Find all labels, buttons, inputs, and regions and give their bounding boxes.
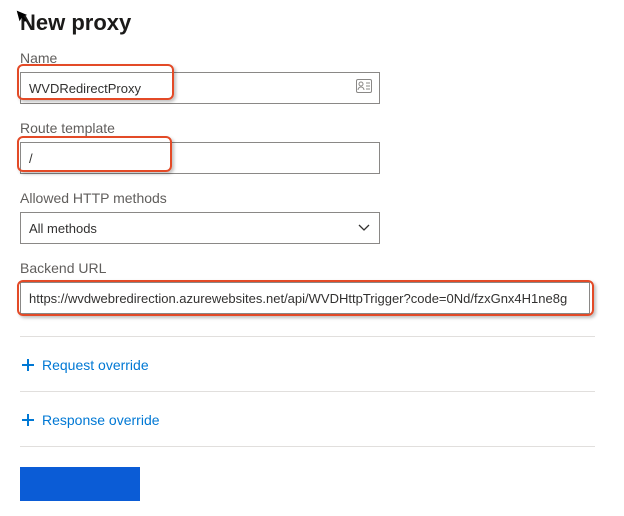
request-override-label: Request override [42,357,149,373]
request-override-link[interactable]: Request override [20,337,595,392]
route-field-group: Route template [20,120,608,174]
plus-icon [22,414,34,426]
response-override-link[interactable]: Response override [20,392,595,447]
page-title: New proxy [20,10,608,36]
methods-field-group: Allowed HTTP methods [20,190,608,244]
route-input[interactable] [20,142,380,174]
backend-field-group: Backend URL [20,260,608,314]
name-label: Name [20,50,608,66]
name-input[interactable] [20,72,380,104]
methods-select[interactable] [20,212,380,244]
methods-label: Allowed HTTP methods [20,190,608,206]
methods-select-wrap [20,212,380,244]
plus-icon [22,359,34,371]
name-field-group: Name [20,50,608,104]
route-label: Route template [20,120,608,136]
backend-input[interactable] [20,282,590,314]
response-override-label: Response override [42,412,160,428]
primary-button[interactable] [20,467,140,501]
backend-label: Backend URL [20,260,608,276]
